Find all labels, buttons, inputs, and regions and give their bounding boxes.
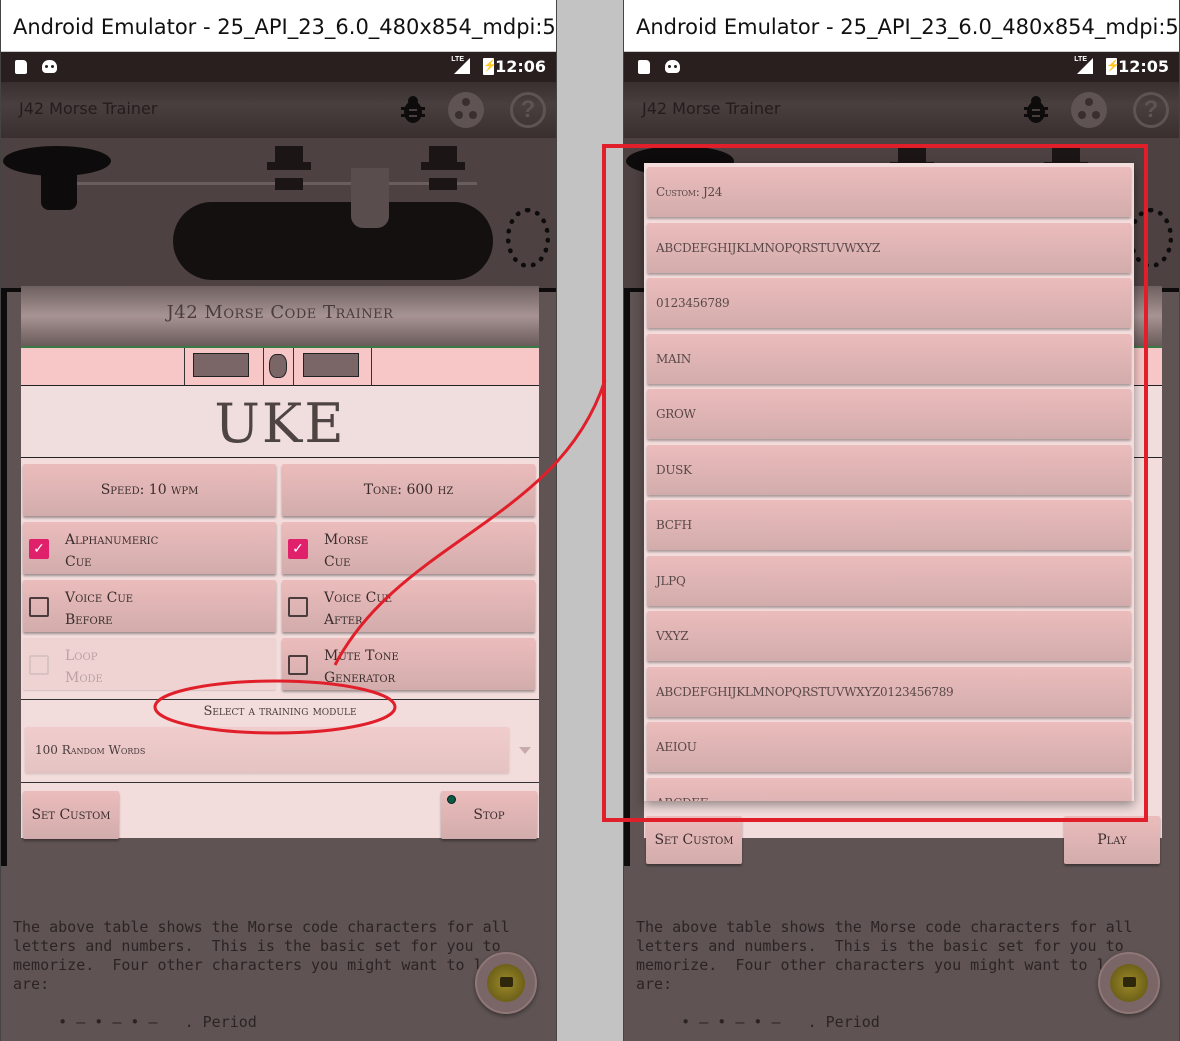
morse-description-text: The above table shows the Morse code cha… xyxy=(636,918,1142,1031)
sd-card-icon xyxy=(638,60,650,74)
options-grid: Speed: 10 wpm Tone: 600 hz ✓ Alphanumeri… xyxy=(21,458,539,690)
option-label: Cue xyxy=(324,554,351,570)
loop-mode-checkbox: Loop Mode xyxy=(23,638,276,690)
dropdown-option[interactable]: ABCDEFGHIJKLMNOPQRSTUVWXYZ xyxy=(647,222,1131,273)
lte-signal-icon xyxy=(454,58,470,74)
playing-indicator-icon xyxy=(447,795,456,804)
option-label: Loop xyxy=(65,648,98,664)
dropdown-option[interactable]: AEIOU xyxy=(647,722,1131,772)
video-fab-button[interactable] xyxy=(475,952,537,1014)
dropdown-option[interactable]: DUSK xyxy=(647,444,1131,495)
status-time: 12:06 xyxy=(495,57,546,76)
app-bar: J42 Morse Trainer ? xyxy=(1,82,556,138)
dots-circle-icon[interactable] xyxy=(1071,92,1107,128)
alphanumeric-cue-checkbox[interactable]: ✓ Alphanumeric Cue xyxy=(23,522,276,574)
key-plunger xyxy=(351,168,389,228)
stop-button-label: Stop xyxy=(473,807,505,823)
option-label: Voice Cue xyxy=(324,590,393,606)
training-module-selected[interactable]: 100 Random Words xyxy=(25,727,509,773)
play-button[interactable]: Play xyxy=(1064,816,1160,864)
option-label: Mode xyxy=(65,670,103,686)
bug-icon[interactable] xyxy=(400,95,426,125)
window-title: Android Emulator - 25_API_23_6.0_480x854… xyxy=(624,0,1179,52)
help-icon[interactable]: ? xyxy=(1133,92,1169,128)
video-camera-icon xyxy=(1110,964,1148,1002)
option-label: Alphanumeric xyxy=(65,532,159,548)
morse-description-text: The above table shows the Morse code cha… xyxy=(13,918,519,1031)
lte-signal-icon xyxy=(1077,58,1093,74)
android-debug-icon xyxy=(42,60,57,73)
training-module-spinner[interactable]: 100 Random Words xyxy=(21,723,539,783)
key-post xyxy=(421,146,465,196)
status-bar: LTE ⚡ 12:06 xyxy=(1,52,556,82)
option-label: Before xyxy=(65,612,113,628)
dropdown-option[interactable]: ABCDEF xyxy=(647,777,1131,801)
morse-cue-checkbox[interactable]: ✓ Morse Cue xyxy=(282,522,535,574)
stop-button[interactable]: Stop xyxy=(441,791,537,839)
key-post xyxy=(267,146,311,196)
dropdown-option[interactable]: VXYZ xyxy=(647,611,1131,661)
option-label: Mute Tone xyxy=(324,648,399,664)
set-custom-button[interactable]: Set Custom xyxy=(23,791,119,839)
tone-button[interactable]: Tone: 600 hz xyxy=(282,464,535,516)
dropdown-arrow-icon[interactable] xyxy=(519,747,531,754)
checkbox-checked-icon[interactable]: ✓ xyxy=(29,539,49,559)
status-bar: LTE ⚡ 12:05 xyxy=(624,52,1179,82)
current-word-display: UKE xyxy=(21,386,539,458)
dropdown-option[interactable]: MAIN xyxy=(647,333,1131,384)
option-label: Generator xyxy=(324,670,396,686)
key-base xyxy=(173,202,493,280)
trainer-card: J42 Morse Code Trainer UKE Speed: 10 wpm… xyxy=(1,286,556,866)
status-time: 12:05 xyxy=(1118,57,1169,76)
checkbox-unchecked-icon[interactable] xyxy=(288,597,308,617)
checkbox-unchecked-icon[interactable] xyxy=(288,655,308,675)
trainer-panel: J42 Morse Code Trainer UKE Speed: 10 wpm… xyxy=(21,286,539,839)
option-label: After xyxy=(324,612,363,628)
emulator-window-right: Android Emulator - 25_API_23_6.0_480x854… xyxy=(623,0,1180,1041)
key-spring xyxy=(1129,208,1173,268)
video-camera-icon xyxy=(487,964,525,1002)
video-fab-button[interactable] xyxy=(1098,952,1160,1014)
dropdown-option[interactable]: ABCDEFGHIJKLMNOPQRSTUVWXYZ0123456789 xyxy=(647,666,1131,717)
key-knob xyxy=(3,146,111,176)
telegraph-key-image[interactable] xyxy=(1,138,556,288)
key-spring xyxy=(506,208,550,268)
battery-charging-icon: ⚡ xyxy=(1106,58,1120,75)
action-row: Set Custom Stop xyxy=(21,783,539,843)
app-bar: J42 Morse Trainer ? xyxy=(624,82,1179,138)
mute-tone-generator-checkbox[interactable]: Mute Tone Generator xyxy=(282,638,535,690)
speed-button[interactable]: Speed: 10 wpm xyxy=(23,464,276,516)
training-module-label: Select a training module xyxy=(21,699,539,723)
window-title: Android Emulator - 25_API_23_6.0_480x854… xyxy=(1,0,556,52)
battery-charging-icon: ⚡ xyxy=(483,58,497,75)
dropdown-option[interactable]: Custom: J24 xyxy=(647,167,1131,217)
option-label: Cue xyxy=(65,554,92,570)
action-row: Set Custom Play xyxy=(644,808,1162,868)
app-title: J42 Morse Trainer xyxy=(642,99,781,118)
set-custom-button[interactable]: Set Custom xyxy=(646,816,742,864)
checkbox-disabled-icon xyxy=(29,655,49,675)
emulator-window-left: Android Emulator - 25_API_23_6.0_480x854… xyxy=(0,0,557,1041)
voice-cue-after-checkbox[interactable]: Voice Cue After xyxy=(282,580,535,632)
voice-cue-before-checkbox[interactable]: Voice Cue Before xyxy=(23,580,276,632)
signal-indicator xyxy=(21,348,539,386)
checkbox-unchecked-icon[interactable] xyxy=(29,597,49,617)
dropdown-option[interactable]: GROW xyxy=(647,389,1131,439)
trainer-header: J42 Morse Code Trainer xyxy=(21,286,539,348)
option-label: Voice Cue xyxy=(65,590,134,606)
dropdown-option[interactable]: BCFH xyxy=(647,500,1131,550)
help-icon[interactable]: ? xyxy=(510,92,546,128)
option-label: Morse xyxy=(324,532,369,548)
training-module-dropdown[interactable]: Custom: J24 ABCDEFGHIJKLMNOPQRSTUVWXYZ 0… xyxy=(644,163,1134,801)
app-title: J42 Morse Trainer xyxy=(19,99,158,118)
sd-card-icon xyxy=(15,60,27,74)
bug-icon[interactable] xyxy=(1023,95,1049,125)
android-debug-icon xyxy=(665,60,680,73)
checkbox-checked-icon[interactable]: ✓ xyxy=(288,539,308,559)
dropdown-option[interactable]: 0123456789 xyxy=(647,278,1131,328)
dropdown-option[interactable]: JLPQ xyxy=(647,555,1131,606)
dots-circle-icon[interactable] xyxy=(448,92,484,128)
